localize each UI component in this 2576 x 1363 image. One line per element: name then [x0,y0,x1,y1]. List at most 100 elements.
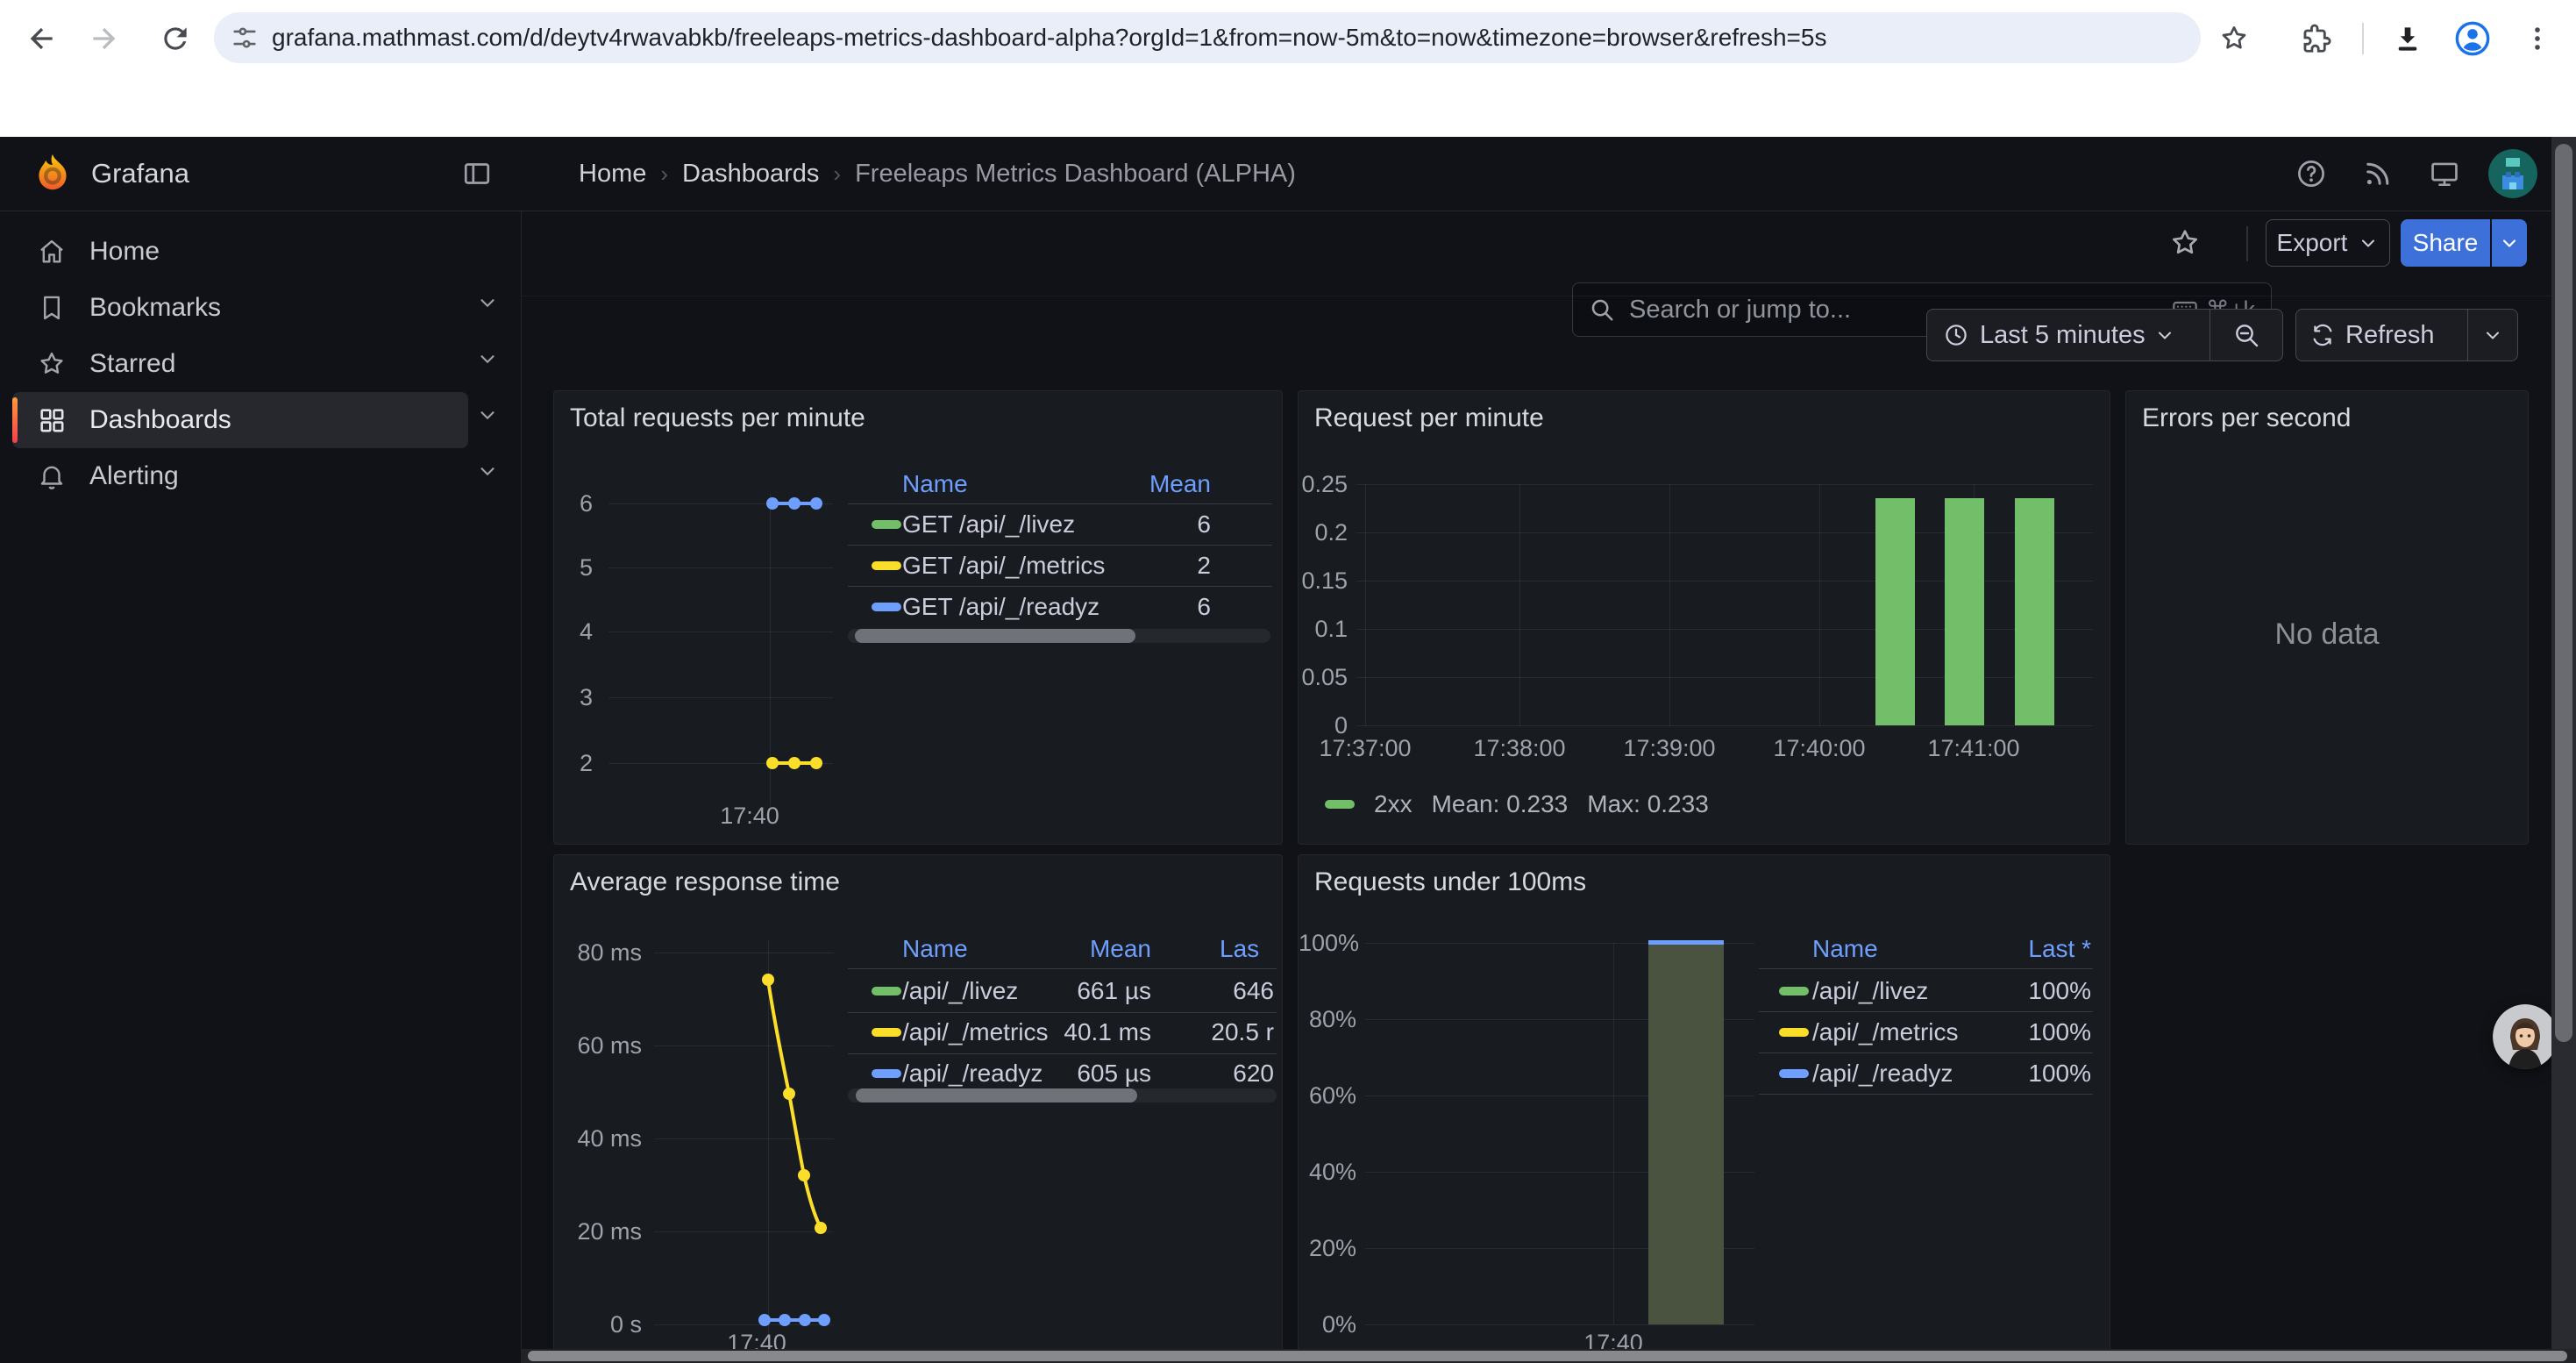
legend-header-name[interactable]: Name [902,935,968,963]
scrollbar-thumb[interactable] [855,629,1135,643]
gridline [1365,484,1366,726]
legend-series-last: 620 [1160,1060,1274,1088]
sidebar-divider [521,211,522,1363]
display-button[interactable] [2423,153,2466,195]
sidebar-item-home[interactable]: Home [12,224,468,280]
bookmarks-bar: Freeleaps 收藏博客 [0,77,2576,138]
profile-button[interactable] [2450,16,2495,61]
panel-title[interactable]: Requests under 100ms [1314,867,1586,897]
sidebar-toggle-button[interactable] [456,153,498,195]
help-button[interactable] [2290,153,2332,195]
sidebar-item-dashboards[interactable]: Dashboards [12,392,468,448]
extensions-button[interactable] [2295,18,2338,60]
horizontal-scrollbar-thumb[interactable] [528,1351,2567,1361]
panel-title[interactable]: Average response time [570,867,840,897]
panel-request-per-minute: Request per minute 0.25 0.2 0.15 0.1 0.0… [1298,390,2110,845]
legend-header-last[interactable]: Last * [1916,935,2091,963]
time-range-picker[interactable]: Last 5 minutes [1926,309,2283,361]
star-icon [2168,226,2202,260]
sidebar-item-bookmarks[interactable]: Bookmarks [12,280,468,336]
chevron-down-icon [2482,325,2503,346]
forward-button[interactable] [82,18,125,60]
refresh-interval-button[interactable] [2468,310,2517,360]
legend-header-name[interactable]: Name [1812,935,1878,963]
sidebar-item-starred[interactable]: Starred [12,336,468,392]
news-rss-button[interactable] [2357,153,2399,195]
kebab-menu-icon [2523,24,2552,54]
legend-series-mean: 605 µs [976,1060,1151,1088]
time-range-label: Last 5 minutes [1980,321,2145,350]
browser-menu-button[interactable] [2518,18,2557,60]
site-info-icon[interactable] [230,23,260,53]
legend-hscrollbar[interactable] [848,1088,1277,1103]
active-item-accent [12,397,18,443]
gridline [1519,484,1520,726]
refresh-picker[interactable]: Refresh [2295,309,2518,361]
x-tick: 17:41:00 [1912,734,2035,762]
panel-requests-under-100ms: Requests under 100ms 100% 80% 60% 40% 20… [1298,854,2110,1363]
y-tick: 3 [554,683,593,711]
breadcrumb-separator: › [833,161,841,188]
zoom-out-button[interactable] [2210,310,2282,360]
sidebar-bookmarks-expand[interactable] [472,287,503,318]
legend-header-mean[interactable]: Mean [976,935,1151,963]
gridline [1365,1324,1754,1325]
assistant-avatar[interactable] [2493,1004,2558,1069]
bookmark-star-button[interactable] [2213,18,2255,60]
legend-header-last[interactable]: Las [1220,935,1259,963]
reload-button[interactable] [154,18,196,60]
user-avatar[interactable] [2488,149,2537,198]
help-icon [2295,157,2328,190]
monitor-icon [2428,157,2461,190]
sidebar-starred-expand[interactable] [472,343,503,375]
breadcrumb-current: Freeleaps Metrics Dashboard (ALPHA) [855,160,1296,189]
y-tick: 0.2 [1299,518,1348,546]
legend-series-last: 100% [1916,1060,2091,1088]
panel-title[interactable]: Request per minute [1314,403,1544,433]
bar-2xx [1875,498,1915,725]
x-tick: 17:39:00 [1608,734,1731,762]
chevron-down-icon [2499,232,2520,253]
legend-series-last: 646 [1160,977,1274,1005]
breadcrumb-home[interactable]: Home [579,160,646,189]
legend-series-name[interactable]: /api/_/livez [1812,977,1928,1005]
grafana-logo[interactable] [30,151,75,196]
back-button[interactable] [21,18,63,60]
panel-title[interactable]: Errors per second [2142,403,2351,433]
chevron-down-icon [476,403,499,426]
reload-icon [159,22,192,55]
sidebar-item-label: Starred [89,349,175,379]
grafana-flame-icon [30,151,75,196]
legend-series-name[interactable]: 2xx [1374,790,1413,818]
toolbar-divider [2362,23,2364,54]
breadcrumb-dashboards[interactable]: Dashboards [682,160,819,189]
x-tick: 17:38:00 [1458,734,1581,762]
url-bar[interactable] [214,12,2201,63]
bell-icon [37,461,67,491]
search-icon [1589,296,1615,323]
legend-series-last: 100% [1916,1018,2091,1046]
y-tick: 6 [554,489,593,517]
breadcrumb: Home › Dashboards › Freeleaps Metrics Da… [579,137,1296,211]
legend-header-mean[interactable]: Mean [1035,470,1211,498]
series-color-blue [872,1069,901,1078]
legend-series-mean: 6 [1035,593,1211,621]
url-input[interactable] [272,24,2201,52]
refresh-label: Refresh [2345,321,2435,350]
brand-name[interactable]: Grafana [91,158,189,189]
sidebar-dashboards-expand[interactable] [472,399,503,431]
legend-header-name[interactable]: Name [902,470,968,498]
export-button[interactable]: Export [2266,219,2390,267]
gridline [1669,484,1670,726]
favorite-dashboard-button[interactable] [2162,219,2208,267]
share-button[interactable]: Share [2401,219,2490,267]
downloads-button[interactable] [2387,18,2429,60]
scrollbar-thumb[interactable] [856,1088,1137,1103]
legend-separator [848,503,1272,504]
vertical-scrollbar-thumb[interactable] [2555,144,2572,1042]
sidebar-item-alerting[interactable]: Alerting [12,448,468,504]
panel-title[interactable]: Total requests per minute [570,403,865,433]
sidebar-alerting-expand[interactable] [472,455,503,487]
legend-hscrollbar[interactable] [848,629,1270,643]
share-menu-button[interactable] [2492,219,2527,267]
